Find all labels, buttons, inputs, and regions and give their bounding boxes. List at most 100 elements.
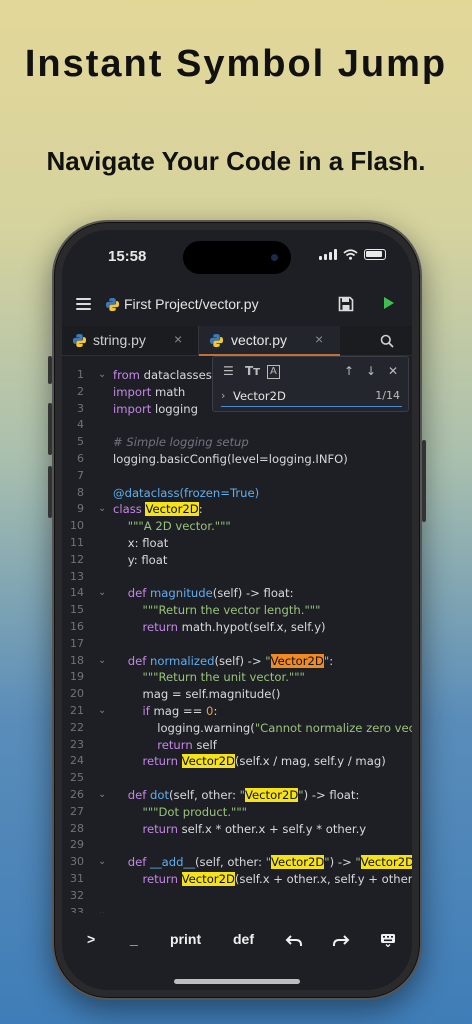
keyboard-icon[interactable]	[380, 933, 396, 947]
promo-headline: Instant Symbol Jump	[24, 43, 448, 85]
hamburger-icon[interactable]	[76, 298, 91, 310]
code-text: return Vector2D(self.x + other.x, self.y…	[142, 872, 412, 886]
code-line[interactable]: 32	[62, 888, 412, 905]
code-text: logging.warning("Cannot normalize zero v…	[113, 720, 412, 735]
code-line[interactable]: 26 ⌄ def dot(self, other: "Vector2D") -> …	[62, 787, 412, 804]
key-greater-than[interactable]: >	[87, 931, 95, 947]
line-number: 26	[70, 788, 84, 801]
code-text: """A 2D vector."""	[127, 519, 231, 534]
fold-chevron-icon[interactable]: ⌄	[98, 703, 106, 720]
close-icon[interactable]: ×	[315, 331, 323, 347]
phone-volume-down	[48, 466, 52, 518]
code-line[interactable]: 12 y: float	[62, 552, 412, 569]
code-line[interactable]: 5 # Simple logging setup	[62, 434, 412, 451]
code-text: return self	[157, 737, 217, 752]
wifi-icon	[343, 249, 358, 260]
code-text: logging.basicConfig(level=logging.INFO)	[113, 452, 348, 466]
code-line[interactable]: 18 ⌄ def normalized(self) -> "Vector2D":	[62, 653, 412, 670]
code-editor[interactable]: 1 ⌄ from dataclasses 2 import math 3 import lo…	[62, 357, 412, 913]
line-number: 18	[70, 653, 84, 667]
code-line[interactable]: 7	[62, 468, 412, 485]
code-text: from dataclasses	[113, 368, 212, 382]
fold-chevron-icon[interactable]: ⌄	[98, 501, 106, 518]
code-line[interactable]: 28 return self.x * other.x + self.y * ot…	[62, 821, 412, 838]
regex-icon[interactable]: A	[267, 365, 280, 379]
close-icon[interactable]: ×	[174, 331, 182, 347]
extra-keys-bar: > _ print def	[62, 922, 412, 962]
line-number: 30	[70, 855, 84, 869]
key-def[interactable]: def	[233, 931, 254, 947]
line-number: 2	[77, 384, 84, 398]
tab-vector-py[interactable]: vector.py ×	[199, 326, 340, 356]
line-number: 15	[70, 603, 84, 617]
code-line[interactable]: 21 ⌄ if mag == 0:	[62, 703, 412, 720]
code-line[interactable]: 8 @dataclass(frozen=True)	[62, 485, 412, 502]
code-line[interactable]: 27 """Dot product."""	[62, 804, 412, 821]
text-case-icon[interactable]: Tт	[245, 364, 260, 378]
code-line[interactable]: 29	[62, 837, 412, 854]
code-line[interactable]: 20 mag = self.magnitude()	[62, 686, 412, 703]
line-number: 32	[70, 888, 84, 902]
code-line[interactable]: 23 return self	[62, 737, 412, 754]
line-number: 21	[70, 704, 84, 717]
phone-screen: 15:58 First Project/vector.py string.py …	[62, 230, 412, 990]
code-line[interactable]: 31 return Vector2D(self.x + other.x, sel…	[62, 871, 412, 888]
code-text: class Vector2D:	[113, 502, 203, 517]
code-line[interactable]: 9 ⌄ class Vector2D:	[62, 501, 412, 518]
home-indicator[interactable]	[174, 979, 300, 984]
code-text: """Return the unit vector."""	[142, 670, 305, 685]
line-number: 10	[70, 519, 84, 533]
code-line[interactable]: 22 logging.warning("Cannot normalize zer…	[62, 720, 412, 737]
tab-bar: string.py × vector.py ×	[62, 326, 412, 356]
code-line[interactable]: 30 ⌄ def __add__(self, other: "Vector2D")…	[62, 854, 412, 871]
line-number: 11	[70, 536, 84, 549]
code-line[interactable]: 17	[62, 636, 412, 653]
chevron-right-icon[interactable]: ›	[221, 389, 225, 402]
code-line[interactable]: 25	[62, 770, 412, 787]
play-icon[interactable]	[384, 297, 394, 309]
battery-icon	[364, 249, 386, 260]
redo-icon[interactable]	[332, 934, 350, 948]
code-text: return self.x * other.x + self.y * other…	[142, 821, 367, 836]
code-line[interactable]: 15 """Return the vector length."""	[62, 602, 412, 619]
code-line[interactable]: 16 return math.hypot(self.x, self.y)	[62, 619, 412, 636]
close-icon[interactable]: ✕	[388, 364, 398, 378]
fold-chevron-icon[interactable]: ⌄	[98, 854, 106, 871]
undo-icon[interactable]	[285, 934, 303, 948]
code-line[interactable]: 4	[62, 417, 412, 434]
code-line[interactable]: 11 x: float	[62, 535, 412, 552]
app-titlebar: First Project/vector.py	[62, 284, 412, 326]
code-text: import logging	[113, 401, 198, 416]
code-line[interactable]: 14 ⌄ def magnitude(self) -> float:	[62, 585, 412, 602]
status-icons	[319, 249, 386, 260]
list-options-icon[interactable]: ☰	[223, 364, 234, 378]
find-input[interactable]: › Vector2D 1/14	[221, 387, 402, 407]
fold-chevron-icon[interactable]: ⌄	[98, 787, 106, 804]
tab-string-py[interactable]: string.py ×	[62, 326, 198, 356]
python-icon	[72, 333, 87, 348]
line-number: 3	[77, 401, 84, 415]
code-line[interactable]: 33 ⌄	[62, 905, 412, 913]
code-text: def __add__(self, other: "Vector2D") -> …	[113, 854, 412, 871]
code-line[interactable]: 13	[62, 569, 412, 586]
line-number: 8	[77, 485, 84, 499]
key-print[interactable]: print	[170, 931, 201, 947]
code-line[interactable]: 10 """A 2D vector."""	[62, 518, 412, 535]
promo-subhead: Navigate Your Code in a Flash.	[46, 146, 426, 176]
line-number: 19	[70, 670, 84, 684]
fold-chevron-icon[interactable]: ⌄	[98, 905, 106, 913]
save-icon[interactable]	[338, 296, 354, 312]
line-number: 23	[70, 737, 84, 751]
search-icon[interactable]	[380, 334, 394, 348]
arrow-down-icon[interactable]: ↓	[366, 364, 376, 378]
code-text: return Vector2D(self.x / mag, self.y / m…	[142, 754, 386, 769]
line-number: 1	[77, 368, 84, 381]
code-line[interactable]: 24 return Vector2D(self.x / mag, self.y …	[62, 753, 412, 770]
key-underscore[interactable]: _	[130, 931, 138, 947]
code-line[interactable]: 6 logging.basicConfig(level=logging.INFO)	[62, 451, 412, 468]
fold-chevron-icon[interactable]: ⌄	[98, 367, 106, 384]
arrow-up-icon[interactable]: ↑	[344, 364, 354, 378]
fold-chevron-icon[interactable]: ⌄	[98, 653, 106, 670]
code-line[interactable]: 19 """Return the unit vector."""	[62, 669, 412, 686]
fold-chevron-icon[interactable]: ⌄	[98, 585, 106, 602]
